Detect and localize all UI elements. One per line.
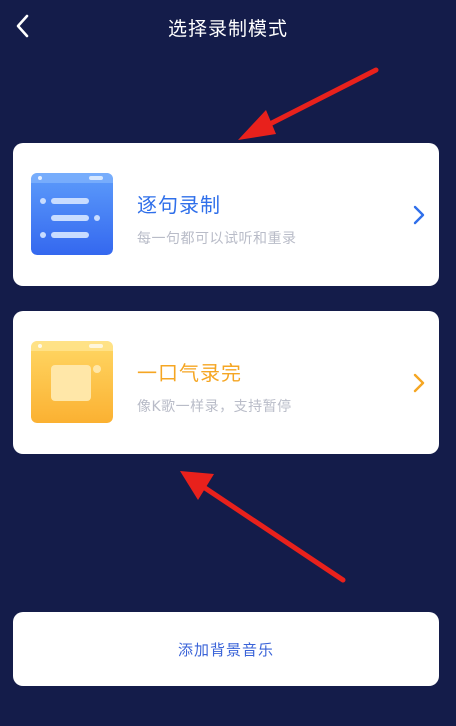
- annotation-arrow-bottom: [180, 471, 346, 583]
- chevron-right-icon: [413, 205, 425, 225]
- mode-subtitle: 像K歌一样录，支持暂停: [137, 399, 292, 415]
- mode-title: 一口气录完: [137, 361, 242, 385]
- mode-card-single-take[interactable]: 一口气录完 像K歌一样录，支持暂停: [13, 311, 439, 454]
- document-list-icon: [31, 173, 113, 255]
- mode-card-sentence[interactable]: 逐句录制 每一句都可以试听和重录: [13, 143, 439, 286]
- single-take-icon: [31, 341, 113, 423]
- top-bar: 选择录制模式: [0, 0, 456, 54]
- chevron-right-icon: [413, 373, 425, 393]
- mode-subtitle: 每一句都可以试听和重录: [137, 231, 297, 247]
- annotation-arrow-top: [238, 67, 379, 140]
- mode-title: 逐句录制: [137, 193, 221, 217]
- add-background-music-button[interactable]: 添加背景音乐: [13, 612, 439, 686]
- page-title: 选择录制模式: [167, 18, 288, 40]
- add-background-music-label: 添加背景音乐: [177, 640, 274, 659]
